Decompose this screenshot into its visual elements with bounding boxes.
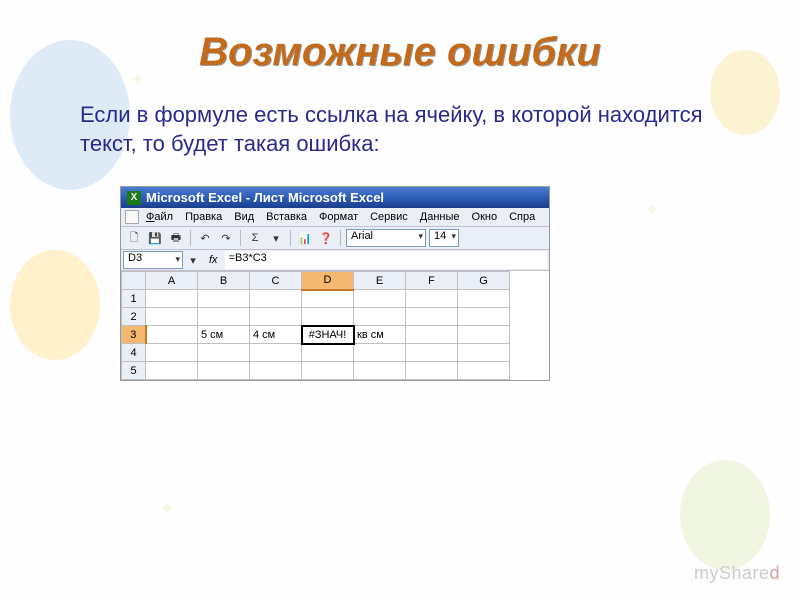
- menu-help[interactable]: Спра: [504, 210, 540, 224]
- cell[interactable]: [302, 308, 354, 326]
- cell[interactable]: [406, 344, 458, 362]
- cell[interactable]: [406, 308, 458, 326]
- cell[interactable]: [458, 326, 510, 344]
- cell[interactable]: [302, 362, 354, 380]
- column-header-active[interactable]: D: [302, 272, 354, 290]
- dropdown-icon[interactable]: ▾: [184, 251, 202, 269]
- menu-window[interactable]: Окно: [467, 210, 503, 224]
- menu-file[interactable]: Файл: [141, 210, 178, 224]
- menu-tools[interactable]: Сервис: [365, 210, 413, 224]
- cell[interactable]: [458, 344, 510, 362]
- slide-title: Возможные ошибки: [60, 30, 740, 75]
- column-header[interactable]: C: [250, 272, 302, 290]
- cell[interactable]: [302, 344, 354, 362]
- cell[interactable]: [302, 290, 354, 308]
- decoration-star: ✦: [160, 499, 175, 520]
- row-header[interactable]: 5: [122, 362, 146, 380]
- separator: [240, 230, 241, 246]
- menu-format[interactable]: Формат: [314, 210, 363, 224]
- slide-description: Если в формуле есть ссылка на ячейку, в …: [60, 101, 740, 158]
- excel-icon: X: [127, 191, 141, 205]
- workbook-icon[interactable]: [125, 210, 139, 224]
- cell[interactable]: [250, 344, 302, 362]
- cell[interactable]: [250, 308, 302, 326]
- window-titlebar: X Microsoft Excel - Лист Microsoft Excel: [121, 187, 549, 208]
- row-header-active[interactable]: 3: [122, 326, 146, 344]
- print-icon[interactable]: 🖶: [167, 229, 185, 247]
- cell[interactable]: [458, 308, 510, 326]
- column-header[interactable]: B: [198, 272, 250, 290]
- menubar: Файл Правка Вид Вставка Формат Сервис Да…: [121, 208, 549, 227]
- redo-icon[interactable]: ↷: [217, 229, 235, 247]
- dropdown-icon[interactable]: ▾: [267, 229, 285, 247]
- cell[interactable]: кв см: [354, 326, 406, 344]
- undo-icon[interactable]: ↶: [196, 229, 214, 247]
- select-all-corner[interactable]: [122, 272, 146, 290]
- cell[interactable]: [406, 326, 458, 344]
- separator: [190, 230, 191, 246]
- column-header[interactable]: G: [458, 272, 510, 290]
- separator: [290, 230, 291, 246]
- cell[interactable]: [198, 344, 250, 362]
- cell[interactable]: [146, 290, 198, 308]
- cell[interactable]: [354, 362, 406, 380]
- cell[interactable]: [198, 362, 250, 380]
- row-header[interactable]: 1: [122, 290, 146, 308]
- watermark: myShared: [694, 563, 780, 584]
- cell[interactable]: 5 см: [198, 326, 250, 344]
- formula-input[interactable]: =B3*C3: [225, 251, 547, 269]
- cell[interactable]: [250, 362, 302, 380]
- decoration-balloon: [680, 460, 770, 570]
- cell[interactable]: [354, 308, 406, 326]
- column-header[interactable]: F: [406, 272, 458, 290]
- cell[interactable]: [198, 308, 250, 326]
- formula-bar: D3 ▾ fx =B3*C3: [121, 250, 549, 271]
- cell[interactable]: [354, 290, 406, 308]
- cell[interactable]: [146, 326, 198, 344]
- row-header[interactable]: 4: [122, 344, 146, 362]
- cell[interactable]: [406, 362, 458, 380]
- row-header[interactable]: 2: [122, 308, 146, 326]
- save-icon[interactable]: 💾: [146, 229, 164, 247]
- menu-view[interactable]: Вид: [229, 210, 259, 224]
- menu-data[interactable]: Данные: [415, 210, 465, 224]
- cell[interactable]: [198, 290, 250, 308]
- cell[interactable]: [146, 362, 198, 380]
- cell[interactable]: 4 см: [250, 326, 302, 344]
- cell[interactable]: [146, 344, 198, 362]
- cell[interactable]: [458, 290, 510, 308]
- separator: [340, 230, 341, 246]
- font-size-select[interactable]: 14: [429, 229, 459, 247]
- chart-icon[interactable]: 📊: [296, 229, 314, 247]
- help-icon[interactable]: ❓: [317, 229, 335, 247]
- excel-window: X Microsoft Excel - Лист Microsoft Excel…: [120, 186, 550, 381]
- name-box[interactable]: D3: [123, 251, 183, 269]
- cell[interactable]: [250, 290, 302, 308]
- sigma-icon[interactable]: Σ: [246, 229, 264, 247]
- cell-active[interactable]: #ЗНАЧ!: [302, 326, 354, 344]
- window-title: Microsoft Excel - Лист Microsoft Excel: [146, 190, 384, 205]
- cell[interactable]: [406, 290, 458, 308]
- new-file-icon[interactable]: 🗋: [125, 229, 143, 247]
- cell[interactable]: [458, 362, 510, 380]
- font-name-select[interactable]: Arial: [346, 229, 426, 247]
- spreadsheet-grid: A B C D E F G 123 5 см4 см#ЗНАЧ!кв см 45: [121, 271, 510, 380]
- toolbar: 🗋 💾 🖶 ↶ ↷ Σ ▾ 📊 ❓ Arial 14: [121, 227, 549, 250]
- cell[interactable]: [146, 308, 198, 326]
- menu-insert[interactable]: Вставка: [261, 210, 312, 224]
- column-header[interactable]: A: [146, 272, 198, 290]
- column-header[interactable]: E: [354, 272, 406, 290]
- menu-edit[interactable]: Правка: [180, 210, 227, 224]
- fx-icon[interactable]: fx: [203, 254, 224, 266]
- cell[interactable]: [354, 344, 406, 362]
